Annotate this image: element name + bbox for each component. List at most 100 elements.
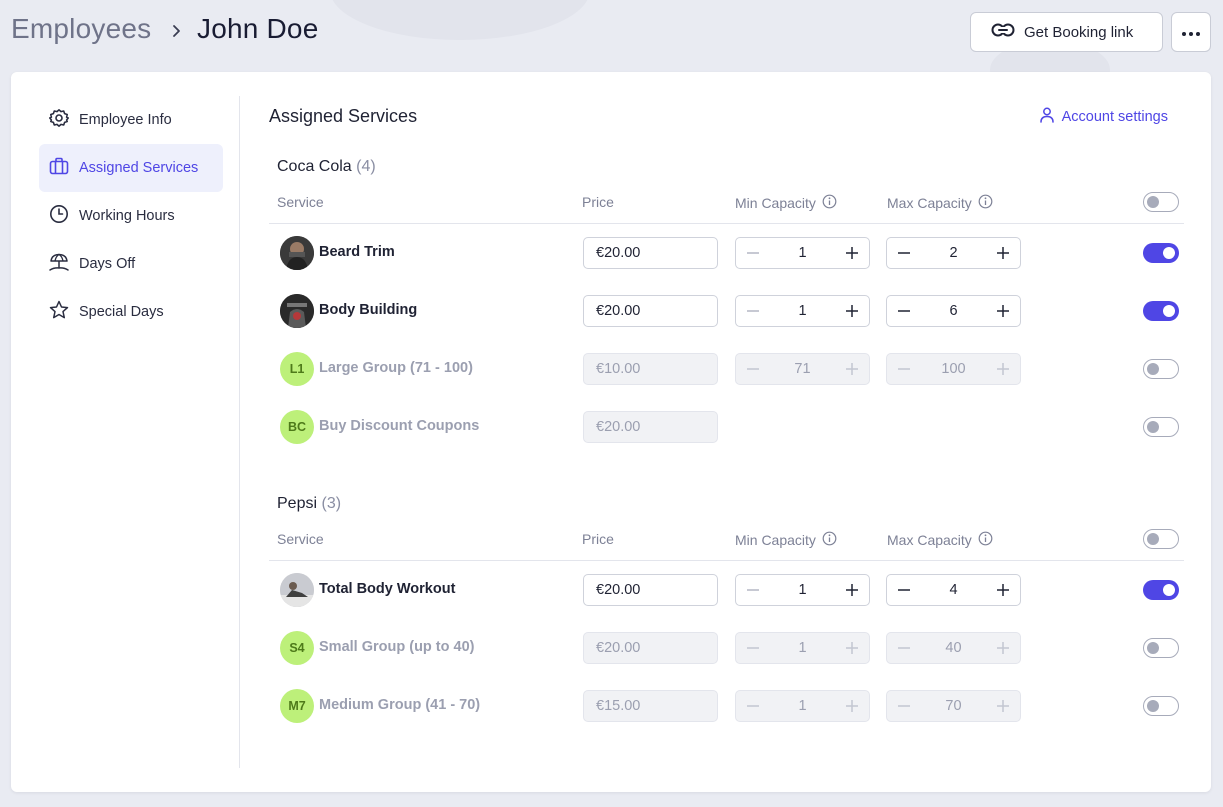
max-capacity-stepper: 2	[886, 237, 1021, 269]
star-icon	[49, 300, 69, 324]
min-capacity-stepper: 71	[735, 353, 870, 385]
plus-icon[interactable]	[994, 302, 1012, 320]
plus-icon[interactable]	[994, 244, 1012, 262]
plus-icon[interactable]	[994, 639, 1012, 657]
min-capacity-stepper: 1	[735, 295, 870, 327]
account-settings-link[interactable]: Account settings	[1039, 107, 1168, 127]
briefcase-icon	[49, 156, 69, 180]
min-capacity-value[interactable]: 1	[762, 582, 843, 598]
sidebar-item-assigned-services[interactable]: Assigned Services	[39, 144, 223, 192]
min-capacity-value[interactable]: 1	[762, 245, 843, 261]
service-name: Medium Group (41 - 70)	[319, 697, 481, 713]
max-capacity-value[interactable]: 4	[913, 582, 994, 598]
minus-icon[interactable]	[895, 302, 913, 320]
minus-icon[interactable]	[744, 581, 762, 599]
breadcrumb-employees[interactable]: Employees	[11, 13, 151, 45]
get-booking-link-label: Get Booking link	[1024, 23, 1134, 41]
service-enabled-toggle[interactable]	[1143, 417, 1179, 437]
service-avatar: M7	[280, 689, 314, 723]
group-name: Coca Cola	[277, 158, 352, 175]
more-options-button[interactable]	[1171, 12, 1211, 52]
minus-icon[interactable]	[895, 639, 913, 657]
plus-icon[interactable]	[994, 581, 1012, 599]
gear-icon	[49, 108, 69, 132]
service-enabled-toggle[interactable]	[1143, 638, 1179, 658]
table-row: S4 Small Group (up to 40) €20.00 1 40	[269, 619, 1184, 677]
service-enabled-toggle[interactable]	[1143, 301, 1179, 321]
plus-icon[interactable]	[843, 697, 861, 715]
price-input[interactable]: €20.00	[583, 411, 718, 443]
page-header: Employees John Doe Get Booking link	[0, 0, 1223, 70]
sidebar-item-label: Employee Info	[79, 112, 172, 128]
price-input[interactable]: €20.00	[583, 237, 718, 269]
plus-icon[interactable]	[843, 302, 861, 320]
column-header-price: Price	[582, 194, 614, 210]
service-enabled-toggle[interactable]	[1143, 580, 1179, 600]
min-capacity-value[interactable]: 1	[762, 640, 843, 656]
sidebar-item-working-hours[interactable]: Working Hours	[39, 192, 223, 240]
max-capacity-value[interactable]: 40	[913, 640, 994, 656]
plus-icon[interactable]	[994, 360, 1012, 378]
service-name: Large Group (71 - 100)	[319, 360, 473, 376]
minus-icon[interactable]	[895, 360, 913, 378]
plus-icon[interactable]	[994, 697, 1012, 715]
minus-icon[interactable]	[744, 697, 762, 715]
min-capacity-stepper: 1	[735, 632, 870, 664]
section-title: Assigned Services	[269, 106, 418, 126]
minus-icon[interactable]	[744, 244, 762, 262]
minus-icon[interactable]	[895, 697, 913, 715]
price-input[interactable]: €20.00	[583, 632, 718, 664]
minus-icon[interactable]	[895, 244, 913, 262]
sidebar-item-label: Days Off	[79, 256, 136, 272]
group-count: (4)	[356, 158, 376, 175]
min-capacity-value[interactable]: 1	[762, 303, 843, 319]
minus-icon[interactable]	[744, 360, 762, 378]
service-enabled-toggle[interactable]	[1143, 243, 1179, 263]
sidebar-item-employee-info[interactable]: Employee Info	[39, 96, 223, 144]
group-title: Pepsi (3)	[277, 495, 341, 513]
min-capacity-stepper: 1	[735, 574, 870, 606]
price-input[interactable]: €20.00	[583, 574, 718, 606]
service-enabled-toggle[interactable]	[1143, 359, 1179, 379]
max-capacity-value[interactable]: 2	[913, 245, 994, 261]
price-input[interactable]: €15.00	[583, 690, 718, 722]
max-capacity-value[interactable]: 6	[913, 303, 994, 319]
info-icon[interactable]	[822, 531, 837, 549]
service-avatar: S4	[280, 631, 314, 665]
sidebar-item-days-off[interactable]: Days Off	[39, 240, 223, 288]
plus-icon[interactable]	[843, 581, 861, 599]
column-header-service: Service	[277, 194, 324, 210]
plus-icon[interactable]	[843, 639, 861, 657]
get-booking-link-button[interactable]: Get Booking link	[970, 12, 1163, 52]
sidebar-item-label: Special Days	[79, 304, 164, 320]
group-count: (3)	[321, 495, 342, 512]
sidebar-item-label: Assigned Services	[79, 160, 199, 176]
column-header-price: Price	[582, 531, 614, 547]
table-row: Body Building €20.00 1 6	[269, 282, 1184, 340]
user-icon	[1039, 107, 1054, 127]
max-capacity-stepper: 4	[886, 574, 1021, 606]
chevron-right-icon	[169, 19, 185, 43]
info-icon[interactable]	[822, 194, 837, 212]
clock-icon	[49, 204, 69, 228]
info-icon[interactable]	[978, 194, 993, 212]
select-all-toggle[interactable]	[1143, 529, 1179, 549]
plus-icon[interactable]	[843, 244, 861, 262]
plus-icon[interactable]	[843, 360, 861, 378]
select-all-toggle[interactable]	[1143, 192, 1179, 212]
info-icon[interactable]	[978, 531, 993, 549]
max-capacity-value[interactable]: 70	[913, 698, 994, 714]
minus-icon[interactable]	[895, 581, 913, 599]
price-input[interactable]: €10.00	[583, 353, 718, 385]
service-name: Buy Discount Coupons	[319, 418, 480, 434]
assigned-services-panel: Assigned Services Account settings Coca …	[269, 72, 1184, 792]
sidebar-item-special-days[interactable]: Special Days	[39, 288, 223, 336]
min-capacity-value[interactable]: 1	[762, 698, 843, 714]
service-enabled-toggle[interactable]	[1143, 696, 1179, 716]
price-input[interactable]: €20.00	[583, 295, 718, 327]
sidebar-nav: Employee Info Assigned Services Working …	[39, 96, 223, 336]
minus-icon[interactable]	[744, 639, 762, 657]
min-capacity-value[interactable]: 71	[762, 361, 843, 377]
minus-icon[interactable]	[744, 302, 762, 320]
max-capacity-value[interactable]: 100	[913, 361, 994, 377]
